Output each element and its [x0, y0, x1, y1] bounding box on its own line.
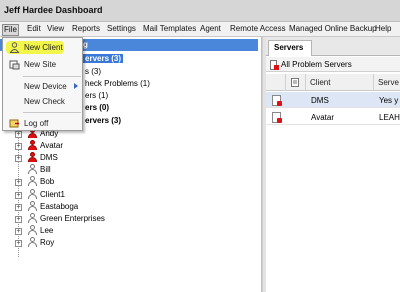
table-row[interactable]: DMS Yes y — [266, 92, 400, 108]
tree-item-problem-servers[interactable]: ervers (3) — [83, 53, 124, 65]
menu-item-label: New Check — [24, 97, 65, 106]
logoff-icon — [9, 118, 20, 129]
menu-managed-online-backup[interactable]: Managed Online Backup — [288, 24, 378, 36]
client-name: Green Enterprises — [40, 214, 105, 223]
cell-client: DMS — [311, 96, 329, 105]
client-name: Bill — [40, 165, 51, 174]
expand-icon[interactable]: + — [15, 216, 22, 223]
table-row[interactable]: Avatar LEAH- — [266, 109, 400, 125]
menu-view[interactable]: View — [46, 24, 65, 36]
menu-item-label: Log off — [24, 119, 49, 128]
details-icon — [291, 78, 299, 87]
menu-item-new-client[interactable]: New Client — [6, 41, 64, 54]
submenu-arrow-icon — [74, 83, 78, 89]
grid-header: Client Serve — [266, 74, 400, 91]
menu-separator — [23, 76, 81, 77]
menu-item-label: New Client — [24, 43, 63, 52]
menu-reports[interactable]: Reports — [71, 24, 101, 36]
column-status[interactable] — [266, 74, 286, 91]
tree-item-label: ervers (3) — [83, 54, 124, 63]
menu-item-new-device[interactable]: New Device — [3, 80, 82, 93]
expand-icon[interactable]: + — [15, 192, 22, 199]
expand-icon[interactable]: + — [15, 228, 22, 235]
tree-item-partial-3[interactable]: ers (0) — [85, 102, 109, 114]
tree-item-partial-2[interactable]: ers (1) — [85, 90, 108, 102]
tree-item-check-problems[interactable]: heck Problems (1) — [85, 78, 150, 90]
problem-servers-icon — [270, 60, 279, 72]
tree-item-partial-4[interactable]: ervers (3) — [85, 115, 121, 127]
client-name: DMS — [40, 153, 58, 162]
menu-bar: File Edit View Reports Settings Mail Tem… — [0, 22, 400, 37]
menu-item-label: New Site — [24, 60, 57, 69]
client-name: Client1 — [40, 190, 65, 199]
expand-icon[interactable]: + — [15, 155, 22, 162]
servers-toolbar: All Problem Servers — [266, 57, 400, 72]
menu-remote-access[interactable]: Remote Access — [229, 24, 287, 36]
column-server[interactable]: Serve — [374, 74, 400, 91]
tree-item-partial-1[interactable]: s (3) — [85, 66, 101, 78]
server-alert-icon — [272, 112, 282, 123]
menu-agent[interactable]: Agent — [199, 24, 222, 36]
menu-edit[interactable]: Edit — [26, 24, 42, 36]
menu-item-label: New Device — [24, 82, 67, 91]
expand-icon[interactable]: + — [15, 204, 22, 211]
column-client[interactable]: Client — [306, 74, 374, 91]
menu-item-new-check[interactable]: New Check — [3, 95, 82, 108]
expand-icon[interactable]: + — [15, 179, 22, 186]
client-name: Roy — [40, 238, 55, 247]
menu-mail-templates[interactable]: Mail Templates — [142, 24, 197, 36]
client-icon — [27, 189, 37, 199]
filter-label[interactable]: All Problem Servers — [281, 60, 352, 69]
client-alert-icon — [27, 140, 37, 150]
client-icon — [27, 201, 37, 211]
client-name: Bob — [40, 177, 55, 186]
client-icon — [27, 213, 37, 223]
expand-icon[interactable]: + — [15, 131, 22, 138]
client-icon — [27, 225, 37, 235]
menu-item-new-site[interactable]: New Site — [3, 58, 82, 71]
menu-settings[interactable]: Settings — [106, 24, 137, 36]
column-details[interactable] — [286, 74, 306, 91]
site-icon — [9, 59, 20, 70]
person-icon — [9, 42, 20, 53]
client-name: Eastaboga — [40, 202, 79, 211]
client-icon — [27, 176, 37, 186]
cell-server: Yes y — [379, 96, 399, 105]
server-alert-icon — [272, 95, 282, 106]
window-title: Jeff Hardee Dashboard — [4, 5, 103, 15]
expand-icon[interactable]: + — [15, 143, 22, 150]
expand-icon[interactable]: + — [15, 240, 22, 247]
cell-server: LEAH- — [379, 113, 400, 122]
title-bar: Jeff Hardee Dashboard — [0, 0, 400, 22]
tab-servers[interactable]: Servers — [268, 40, 312, 56]
cell-client: Avatar — [311, 113, 334, 122]
client-name: Avatar — [40, 141, 63, 150]
client-icon — [27, 237, 37, 247]
menu-file[interactable]: File — [2, 24, 19, 36]
client-icon — [27, 164, 37, 174]
servers-panel: Servers All Problem Servers Client Serve… — [266, 37, 400, 292]
client-alert-icon — [27, 152, 37, 162]
tab-strip: Servers — [266, 37, 400, 56]
tree-header-label: g — [83, 40, 88, 49]
menu-item-log-off[interactable]: Log off — [3, 117, 82, 130]
menu-help[interactable]: Help — [374, 24, 392, 36]
file-menu-dropdown: New Client New Site New Device New Check… — [2, 37, 83, 131]
client-name: Lee — [40, 226, 54, 235]
menu-separator — [23, 112, 81, 113]
